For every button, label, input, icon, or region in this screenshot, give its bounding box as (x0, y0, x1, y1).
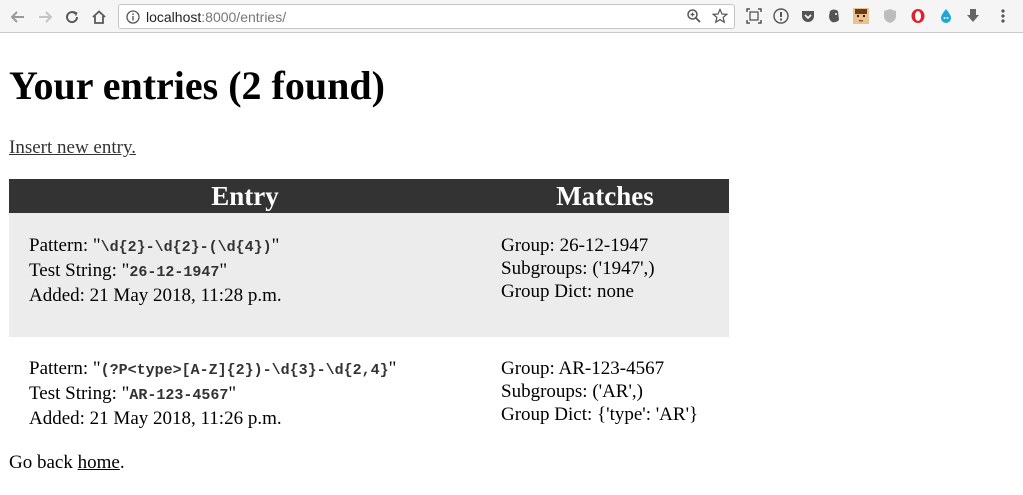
subgroups-line: Subgroups: ('1947',) (501, 258, 655, 279)
added-line: Added: 21 May 2018, 11:28 p.m. (29, 285, 282, 306)
address-bar[interactable]: localhost:8000/entries/ (118, 4, 735, 29)
group-dict-line: Group Dict: none (501, 281, 634, 302)
pattern-label: Pattern: (29, 358, 93, 379)
info-icon[interactable] (126, 9, 140, 24)
page-title: Your entries (2 found) (9, 63, 385, 108)
reload-icon[interactable] (61, 6, 83, 28)
pattern-line: Pattern: "\d{2}-\d{2}-(\d{4})" (29, 235, 280, 256)
entry-cell: Pattern: "\d{2}-\d{2}-(\d{4})" Test Stri… (9, 213, 481, 337)
browser-toolbar: localhost:8000/entries/ (0, 0, 1023, 33)
url-path: :8000/entries/ (201, 8, 287, 25)
entries-table: Entry Matches Pattern: "\d{2}-\d{2}-(\d{… (9, 179, 729, 450)
test-string-line: Test String: "AR-123-4567" (29, 383, 237, 404)
matches-cell: Group: AR-123-4567 Subgroups: ('AR',) Gr… (481, 337, 729, 450)
menu-icon[interactable] (994, 7, 1012, 25)
url-host: localhost (146, 8, 202, 25)
pattern-line: Pattern: "(?P<type>[A-Z]{2})-\d{3}-\d{2,… (29, 358, 397, 379)
bookmark-star-icon[interactable] (711, 8, 729, 27)
pattern-label: Pattern: (29, 235, 93, 256)
test-string-line: Test String: "26-12-1947" (29, 260, 228, 281)
pattern-code: \d{2}-\d{2}-(\d{4}) (100, 239, 272, 256)
subgroups-line: Subgroups: ('AR',) (501, 381, 643, 402)
table-header-row: Entry Matches (9, 179, 729, 213)
screenshot-extension-icon[interactable] (745, 7, 763, 25)
adblock-extension-icon[interactable] (772, 7, 790, 25)
pocket-extension-icon[interactable] (799, 7, 817, 25)
group-line: Group: 26-12-1947 (501, 235, 649, 256)
forward-icon[interactable] (34, 6, 56, 28)
matches-cell: Group: 26-12-1947 Subgroups: ('1947',) G… (481, 213, 729, 337)
droplet-extension-icon[interactable] (937, 7, 955, 25)
insert-entry-link[interactable]: Insert new entry. (9, 136, 136, 160)
zoom-icon[interactable] (686, 8, 702, 27)
test-string-code: AR-123-4567 (129, 387, 229, 404)
footer-suffix: . (119, 452, 125, 473)
home-icon[interactable] (88, 6, 110, 28)
test-string-label: Test String: (29, 260, 122, 281)
download-extension-icon[interactable] (964, 7, 982, 25)
evernote-extension-icon[interactable] (825, 7, 843, 25)
test-string-code: 26-12-1947 (129, 264, 220, 281)
footer-line: Go back home. (9, 451, 125, 475)
table-row: Pattern: "(?P<type>[A-Z]{2})-\d{3}-\d{2,… (9, 337, 729, 450)
back-icon[interactable] (7, 6, 29, 28)
pattern-code: (?P<type>[A-Z]{2})-\d{3}-\d{2,4} (100, 362, 389, 379)
header-entry: Entry (9, 179, 481, 213)
table-row: Pattern: "\d{2}-\d{2}-(\d{4})" Test Stri… (9, 213, 729, 337)
test-string-label: Test String: (29, 383, 122, 404)
entry-cell: Pattern: "(?P<type>[A-Z]{2})-\d{3}-\d{2,… (9, 337, 481, 450)
header-matches: Matches (481, 179, 729, 213)
shield-extension-icon[interactable] (881, 7, 899, 25)
home-link[interactable]: home (78, 452, 120, 473)
group-dict-line: Group Dict: {'type': 'AR'} (501, 404, 699, 425)
footer-prefix: Go back (9, 452, 78, 473)
group-line: Group: AR-123-4567 (501, 358, 665, 379)
avatar-extension-icon[interactable] (852, 7, 870, 25)
opera-extension-icon[interactable] (909, 7, 927, 25)
added-line: Added: 21 May 2018, 11:26 p.m. (29, 408, 282, 429)
